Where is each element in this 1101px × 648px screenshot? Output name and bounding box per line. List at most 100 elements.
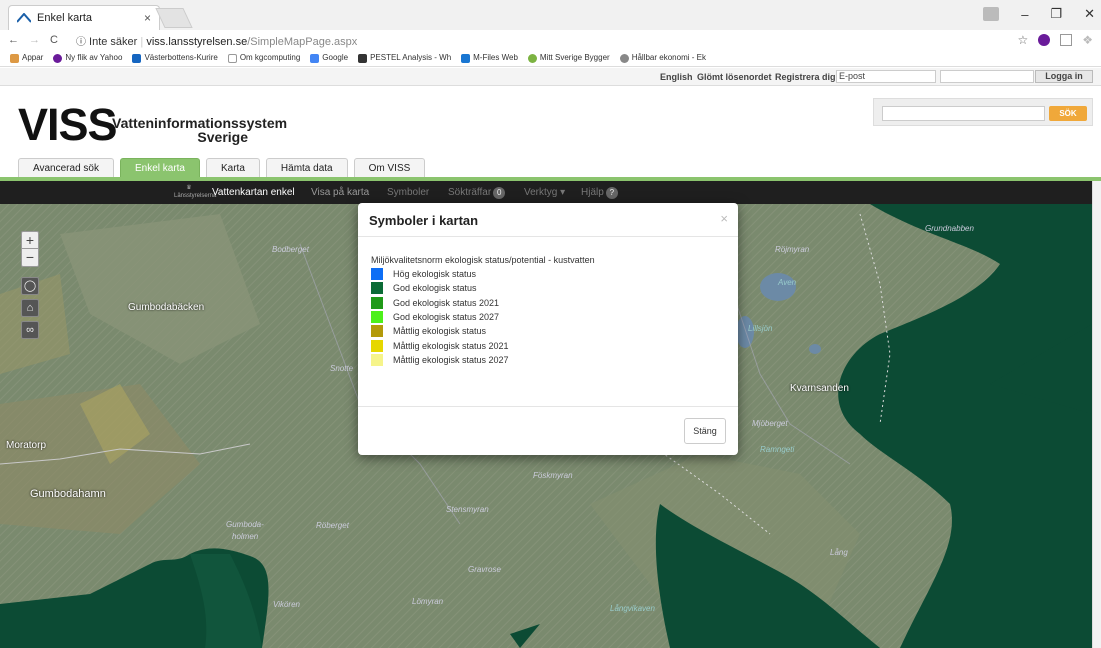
tab-hamta-data[interactable]: Hämta data [265, 158, 348, 177]
search-input[interactable] [882, 106, 1045, 121]
close-button[interactable]: Stäng [684, 418, 726, 444]
forward-icon[interactable]: → [29, 34, 40, 46]
map-label: Snotte [330, 364, 354, 373]
url-host: viss.lansstyrelsen.se [146, 35, 248, 48]
bookmark-label: Ny flik av Yahoo [65, 53, 123, 63]
tab-title: Enkel karta [37, 12, 93, 24]
msb-icon [527, 53, 537, 63]
bookmark-label: Om kgcomputing [239, 53, 301, 63]
zoom-in-button[interactable]: + [22, 232, 38, 249]
tools-menu[interactable]: Verktyg ▾ [524, 187, 565, 198]
tab-om-viss[interactable]: Om VISS [353, 158, 426, 177]
bookmark-item[interactable]: PESTEL Analysis - Wh [358, 53, 451, 63]
legend-label: God ekologisk status 2027 [393, 312, 500, 323]
search-hits-label: Sökträffar [448, 187, 492, 198]
extension-icon-2[interactable]: ❖ [1082, 33, 1093, 47]
window-controls: – ❐ ✕ [983, 6, 1095, 22]
forgot-password-link[interactable]: Glömt lösenordet [697, 72, 772, 82]
search-button[interactable]: SÖK [1049, 106, 1087, 121]
symbols-menu[interactable]: Symboler [387, 187, 429, 198]
bookmark-item[interactable]: Mitt Sverige Bygger [527, 53, 610, 63]
site-topbar: English Glömt lösenordet Registrera dig … [0, 68, 1101, 86]
star-icon[interactable]: ☆ [1017, 33, 1028, 47]
legend-label: Måttlig ekologisk status [393, 326, 487, 337]
legend-label: Hög ekologisk status [393, 269, 477, 280]
viss-logo[interactable]: VISS [18, 102, 118, 147]
bookmark-item[interactable]: Ny flik av Yahoo [53, 53, 123, 63]
google-icon [310, 53, 320, 63]
bookmark-item[interactable]: M-Files Web [461, 53, 518, 63]
tab-karta[interactable]: Karta [206, 158, 260, 177]
lansstyrelserna-emblem: ♛ Länsstyrelserna [174, 185, 217, 199]
tab-avancerad-sok[interactable]: Avancerad sök [18, 158, 114, 177]
back-icon[interactable]: ← [8, 34, 19, 46]
help-badge: ? [605, 187, 618, 199]
maximize-button[interactable]: ❐ [1050, 6, 1062, 22]
map-label: Gravrose [468, 565, 501, 574]
map-title: Vattenkartan enkel [212, 187, 295, 198]
bookmark-label: M-Files Web [473, 53, 518, 63]
bookmark-item[interactable]: Västerbottens-Kurire [132, 53, 218, 63]
english-link[interactable]: English [660, 72, 693, 82]
login-button[interactable]: Logga in [1035, 70, 1093, 83]
home-icon[interactable]: ⌂ [21, 299, 39, 317]
profile-icon[interactable] [983, 7, 1000, 21]
tab-enkel-karta[interactable]: Enkel karta [119, 158, 200, 177]
help-menu[interactable]: Hjälp? [581, 187, 618, 199]
security-label: Inte säker [89, 35, 138, 48]
show-on-map-menu[interactable]: Visa på karta [311, 187, 369, 198]
legend-item: Måttlig ekologisk status [371, 324, 595, 338]
legend-swatch [371, 296, 383, 309]
reload-icon[interactable]: C [50, 34, 58, 46]
new-tab-button[interactable] [155, 8, 193, 28]
yahoo-extension-icon[interactable] [1038, 34, 1051, 46]
extensions: ☆ ❖ [1017, 30, 1093, 50]
legend-item: God ekologisk status [371, 281, 595, 295]
map-label: Bodberget [272, 245, 309, 254]
legend-swatch [371, 339, 383, 352]
extension-icon[interactable] [1060, 34, 1073, 46]
map-label: Lång [830, 548, 848, 557]
page-scrollbar[interactable] [1092, 181, 1101, 648]
minimize-button[interactable]: – [1021, 7, 1028, 22]
map-label: Lillsjön [748, 324, 773, 333]
search-hits-menu[interactable]: Sökträffar 0 [448, 187, 506, 199]
map-label: Kvarnsanden [790, 383, 849, 394]
url-field[interactable]: ⓘ Inte säker | viss.lansstyrelsen.se/Sim… [76, 33, 357, 48]
bookmark-label: Google [322, 53, 349, 63]
legend-label: Måttlig ekologisk status 2027 [393, 354, 509, 365]
register-link[interactable]: Registrera dig [775, 72, 836, 82]
emblem-label: Länsstyrelserna [174, 193, 217, 199]
map-label: Röberget [316, 521, 349, 530]
map-label: Föskmyran [533, 471, 573, 480]
legend-label: God ekologisk status [393, 283, 477, 294]
address-bar: ← → C ⓘ Inte säker | viss.lansstyrelsen.… [0, 30, 1101, 50]
bookmark-item[interactable]: Om kgcomputing [227, 53, 301, 63]
legend-swatch [371, 325, 383, 338]
dialog-close-icon[interactable]: × [720, 211, 728, 226]
legend-swatch [371, 282, 383, 295]
browser-tabstrip: Enkel karta × – ❐ ✕ [0, 0, 1101, 30]
logo-subtitle-line2: Sverige [197, 129, 248, 145]
map-label: Gumbodahamn [30, 488, 106, 500]
password-field[interactable] [940, 70, 1034, 83]
bookmark-item[interactable]: Google [310, 53, 349, 63]
legend-item: Hög ekologisk status [371, 267, 595, 281]
dialog-header: Symboler i kartan × [358, 203, 738, 237]
link-icon[interactable]: ∞ [21, 321, 39, 339]
bookmark-item[interactable]: Appar [10, 53, 44, 63]
map-label: Stensmyran [446, 505, 489, 514]
legend: Miljökvalitetsnorm ekologisk status/pote… [371, 255, 595, 367]
tab-close-icon[interactable]: × [144, 11, 151, 25]
map-label: Grundnabben [925, 224, 974, 233]
viss-favicon-icon [17, 13, 31, 23]
locate-icon[interactable]: ◯ [21, 277, 39, 295]
bookmark-label: Appar [22, 53, 44, 63]
bookmark-item[interactable]: Hållbar ekonomi - Ek [619, 53, 706, 63]
site-search: SÖK [873, 98, 1093, 126]
email-field[interactable]: E-post [836, 70, 936, 83]
close-window-button[interactable]: ✕ [1084, 6, 1095, 22]
browser-tab[interactable]: Enkel karta × [8, 5, 160, 30]
zoom-out-button[interactable]: − [22, 249, 38, 266]
leaf-icon [619, 53, 629, 63]
